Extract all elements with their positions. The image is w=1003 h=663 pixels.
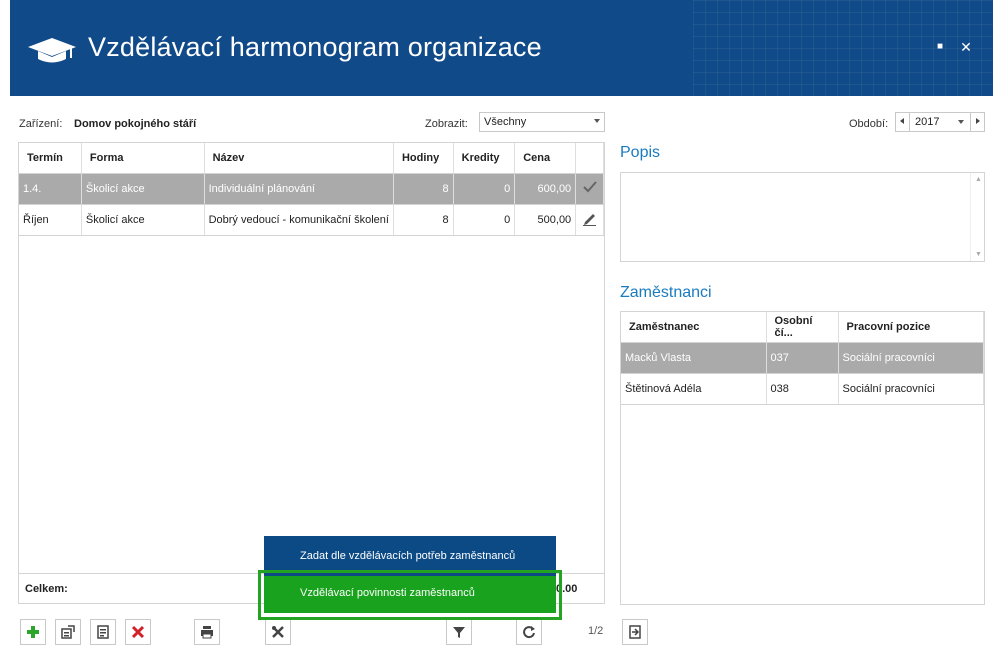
table-row[interactable]: 1.4. Školicí akce Individuální plánování… — [19, 173, 604, 205]
column-header-personal-number[interactable]: Osobní čí... — [766, 312, 839, 343]
check-icon — [582, 181, 597, 193]
cell-status[interactable] — [575, 173, 604, 205]
print-button[interactable] — [194, 619, 220, 645]
cell-termin: Říjen — [19, 204, 82, 236]
description-title: Popis — [620, 144, 661, 161]
courses-grid: Termín Forma Název Hodiny Kredity Cena 1… — [18, 142, 605, 604]
period-label: Období: — [849, 118, 889, 130]
table-row[interactable]: Štětinová Adéla 038 Sociální pracovníci — [621, 373, 984, 405]
highlight-outline — [258, 570, 562, 620]
add-button[interactable] — [20, 619, 46, 645]
cell-employee: Macků Vlasta — [621, 342, 767, 374]
cell-hodiny: 8 — [393, 204, 454, 236]
delete-icon — [131, 625, 145, 639]
close-button[interactable]: ✕ — [959, 40, 973, 54]
tools-button[interactable] — [265, 619, 291, 645]
employees-table: Zaměstnanec Osobní čí... Pracovní pozice… — [621, 312, 984, 405]
column-header-forma[interactable]: Forma — [81, 143, 205, 174]
chevron-right-icon — [976, 118, 980, 124]
chevron-left-icon — [900, 118, 904, 124]
cell-nazev: Dobrý vedoucí - komunikační školení — [204, 204, 394, 236]
column-header-nazev[interactable]: Název — [204, 143, 394, 174]
cell-hodiny: 8 — [393, 173, 454, 205]
scroll-down-icon[interactable]: ▼ — [975, 251, 982, 258]
column-header-cena[interactable]: Cena — [514, 143, 577, 174]
page-indicator: 1/2 — [588, 625, 604, 637]
period-picker[interactable]: 2017 — [895, 112, 985, 132]
description-textarea[interactable]: ▲ ▼ — [620, 172, 985, 262]
facility-label: Zařízení: — [19, 118, 63, 130]
employees-title: Zaměstnanci — [620, 284, 712, 301]
delete-button[interactable] — [125, 619, 151, 645]
column-header-employee[interactable]: Zaměstnanec — [621, 312, 767, 343]
total-label: Celkem: — [25, 583, 68, 595]
cell-cena: 500,00 — [514, 204, 577, 236]
column-header-position[interactable]: Pracovní pozice — [838, 312, 984, 343]
column-header-kredity[interactable]: Kredity — [453, 143, 516, 174]
scroll-up-icon[interactable]: ▲ — [975, 176, 982, 183]
cell-position: Sociální pracovníci — [838, 342, 984, 374]
chevron-down-icon[interactable] — [958, 120, 964, 124]
column-header-status — [575, 143, 604, 174]
filter-button[interactable] — [446, 619, 472, 645]
cell-kredity: 0 — [453, 173, 516, 205]
cell-personal-number: 037 — [766, 342, 839, 374]
cell-position: Sociální pracovníci — [838, 373, 984, 405]
show-select-value: Všechny — [484, 116, 527, 128]
tools-icon — [272, 626, 284, 638]
chevron-down-icon — [594, 119, 600, 123]
header-pattern — [693, 0, 993, 96]
title-bar: Vzdělávací harmonogram organizace ■ ✕ — [10, 0, 993, 96]
column-header-hodiny[interactable]: Hodiny — [393, 143, 454, 174]
show-select[interactable]: Všechny — [479, 112, 605, 132]
cell-personal-number: 038 — [766, 373, 839, 405]
filter-icon — [453, 627, 465, 638]
tools-popup-menu: Zadat dle vzdělávacích potřeb zaměstnanc… — [258, 536, 562, 620]
cell-termin: 1.4. — [19, 173, 82, 205]
courses-table: Termín Forma Název Hodiny Kredity Cena 1… — [19, 143, 604, 236]
cell-cena: 600,00 — [514, 173, 577, 205]
app-window: Vzdělávací harmonogram organizace ■ ✕ Za… — [0, 0, 1003, 663]
cell-forma: Školicí akce — [81, 173, 205, 205]
graduation-cap-icon — [28, 38, 76, 63]
period-next-button[interactable] — [970, 113, 984, 131]
show-label: Zobrazit: — [425, 118, 468, 130]
cell-nazev: Individuální plánování — [204, 173, 394, 205]
employees-header-row: Zaměstnanec Osobní čí... Pracovní pozice — [621, 312, 984, 343]
add-icon — [27, 626, 39, 638]
refresh-icon — [523, 626, 535, 639]
export-button[interactable] — [622, 619, 648, 645]
courses-header-row: Termín Forma Název Hodiny Kredity Cena — [19, 143, 604, 174]
note-button[interactable] — [90, 619, 116, 645]
cell-employee: Štětinová Adéla — [621, 373, 767, 405]
employees-grid: Zaměstnanec Osobní čí... Pracovní pozice… — [620, 311, 985, 605]
table-row[interactable]: Macků Vlasta 037 Sociální pracovníci — [621, 342, 984, 374]
period-value: 2017 — [915, 116, 940, 128]
window-title: Vzdělávací harmonogram organizace — [88, 32, 542, 62]
cell-kredity: 0 — [453, 204, 516, 236]
import-button[interactable] — [55, 619, 81, 645]
export-icon — [629, 625, 641, 639]
cell-forma: Školicí akce — [81, 204, 205, 236]
print-icon — [201, 626, 213, 639]
cell-status[interactable] — [575, 204, 604, 236]
refresh-button[interactable] — [516, 619, 542, 645]
facility-value: Domov pokojného stáří — [74, 118, 197, 130]
pencil-icon — [583, 213, 597, 226]
import-icon — [61, 625, 75, 639]
scrollbar[interactable]: ▲ ▼ — [970, 173, 984, 261]
maximize-button[interactable]: ■ — [933, 40, 947, 54]
column-header-termin[interactable]: Termín — [19, 143, 82, 174]
table-row[interactable]: Říjen Školicí akce Dobrý vedoucí - komun… — [19, 204, 604, 236]
note-icon — [97, 625, 109, 639]
period-prev-button[interactable] — [896, 113, 910, 131]
